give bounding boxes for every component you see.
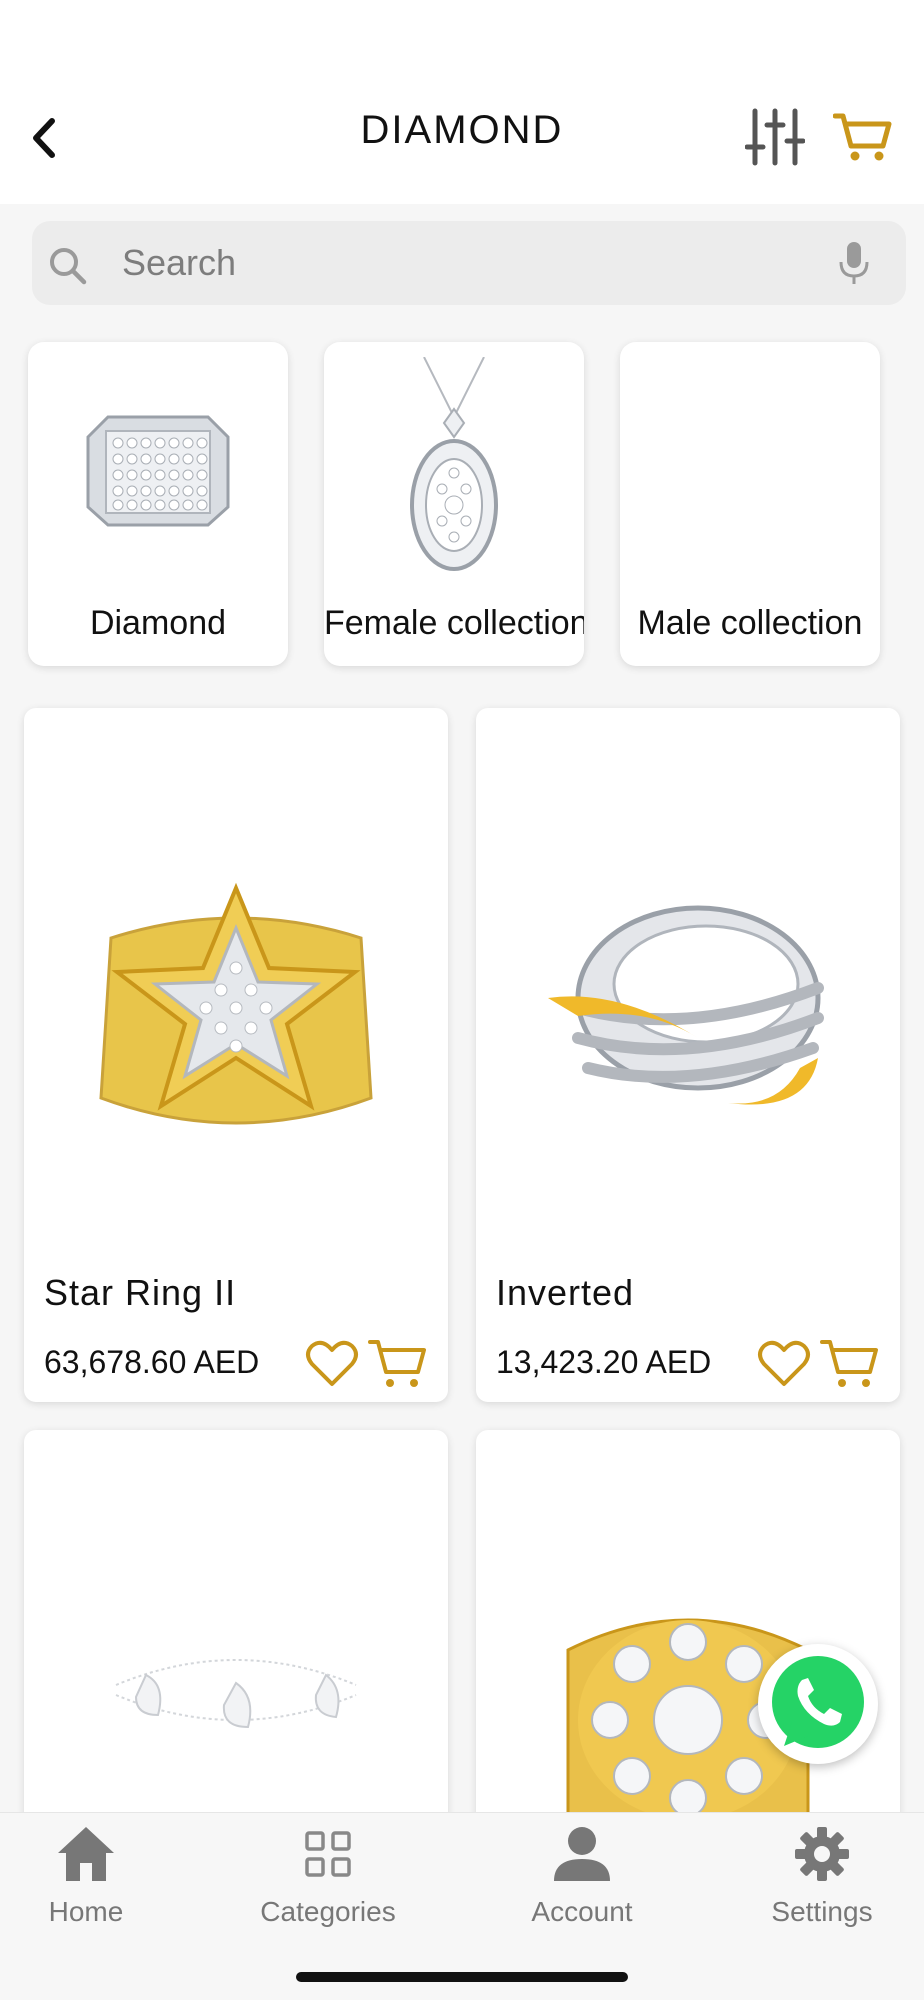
diamond-ring-image: [86, 415, 230, 527]
product-card[interactable]: [476, 1430, 900, 1830]
category-image: [28, 342, 288, 602]
category-label: Female collection: [324, 604, 584, 642]
cart-icon[interactable]: [820, 1336, 880, 1392]
nav-item-settings[interactable]: Settings: [732, 1822, 912, 1934]
category-label: Diamond: [89, 604, 227, 642]
category-tile-female-collection[interactable]: Female collection: [324, 342, 584, 666]
nav-item-categories[interactable]: Categories: [238, 1822, 418, 1934]
nav-item-home[interactable]: Home: [0, 1822, 176, 1934]
category-tile-male-collection[interactable]: Male collection: [620, 342, 880, 666]
product-card[interactable]: Star Ring II 63,678.60 AED: [24, 708, 448, 1402]
nav-label: Home: [48, 1896, 124, 1927]
cart-icon: [833, 113, 892, 161]
product-image: [476, 768, 900, 1268]
cart-button[interactable]: [826, 104, 900, 170]
diamond-bracelet-image: [115, 1659, 357, 1729]
microphone-icon[interactable]: [836, 240, 872, 286]
nav-label: Categories: [260, 1896, 396, 1927]
search-icon: [50, 248, 87, 285]
product-name: Inverted: [496, 1272, 635, 1313]
category-tile-diamond[interactable]: Diamond: [28, 342, 288, 666]
star-ring-image: [99, 882, 373, 1125]
nav-item-account[interactable]: Account: [492, 1822, 672, 1934]
search-input[interactable]: [122, 232, 802, 294]
grid-icon: [296, 1822, 360, 1886]
product-price: 13,423.20 AED: [496, 1344, 712, 1380]
gear-icon: [790, 1822, 854, 1886]
product-image: [24, 768, 448, 1268]
category-image: [620, 342, 880, 602]
filter-button[interactable]: [740, 104, 810, 170]
heart-icon[interactable]: [756, 1336, 812, 1392]
cart-icon[interactable]: [368, 1336, 428, 1392]
sliders-icon: [745, 108, 805, 166]
inverted-ring-image: [548, 905, 824, 1105]
whatsapp-icon: [772, 1656, 864, 1748]
product-name: Star Ring II: [44, 1272, 237, 1313]
heart-icon[interactable]: [304, 1336, 360, 1392]
home-indicator: [296, 1972, 628, 1982]
category-image: [324, 342, 584, 602]
product-card[interactable]: Inverted 13,423.20 AED: [476, 708, 900, 1402]
nav-label: Settings: [771, 1896, 873, 1927]
product-price: 63,678.60 AED: [44, 1344, 260, 1380]
product-image: [24, 1580, 448, 1800]
category-label: Male collection: [637, 604, 863, 642]
nav-label: Account: [531, 1896, 633, 1927]
top-app-bar: DIAMOND: [0, 0, 924, 204]
home-icon: [54, 1822, 118, 1886]
product-list-screen: DIAMOND Search Diamond Female collection…: [0, 0, 924, 2000]
product-card[interactable]: [24, 1430, 448, 1830]
diamond-pendant-image: [410, 357, 498, 571]
whatsapp-button[interactable]: [758, 1644, 878, 1764]
user-icon: [550, 1822, 614, 1886]
